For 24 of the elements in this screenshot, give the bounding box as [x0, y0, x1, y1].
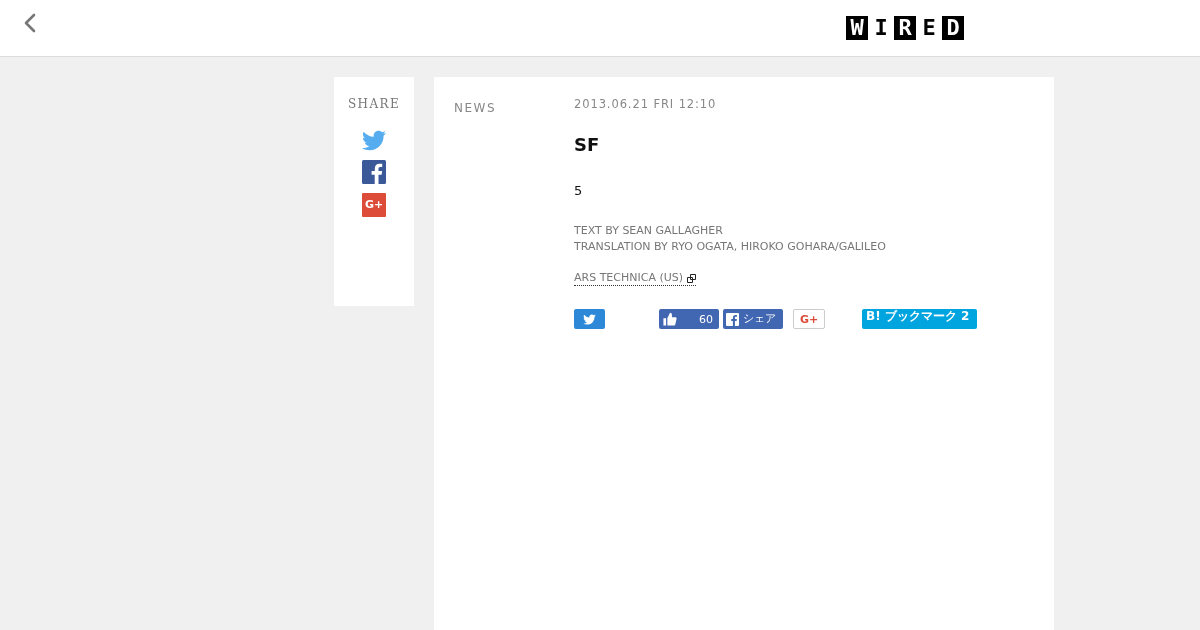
bookmark-button[interactable]: B! ブックマーク 2: [862, 309, 977, 329]
plus-button[interactable]: G+: [793, 309, 825, 329]
logo-letter[interactable]: W: [846, 16, 868, 40]
source-link[interactable]: ARS TECHNICA (US): [574, 271, 697, 286]
tweet-button[interactable]: [574, 309, 605, 329]
f-square-icon: [726, 312, 739, 326]
article-title: SF: [574, 135, 601, 155]
external-link-icon: [687, 273, 697, 283]
bird-icon: [583, 313, 596, 325]
logo-letter[interactable]: R: [894, 16, 916, 40]
share-button[interactable]: シェア: [723, 309, 783, 329]
credit-text: TEXT BY SEAN GALLAGHER: [574, 223, 724, 239]
bird-icon[interactable]: [362, 130, 386, 151]
article-body: 5: [574, 183, 584, 199]
share-heading: SHARE: [347, 97, 401, 111]
f-square-icon[interactable]: [362, 160, 386, 184]
like-button[interactable]: 60: [659, 309, 719, 329]
date-text: 2013.06.21 FRI 12:10: [574, 97, 718, 111]
share-button[interactable]: G+: [362, 193, 386, 217]
logo-letter[interactable]: D: [942, 16, 964, 40]
thumbs-up-icon: [663, 312, 677, 326]
category-label: NEWS: [454, 101, 497, 115]
chevron-left-icon[interactable]: [24, 13, 36, 33]
credit-text: TRANSLATION BY RYO OGATA, HIROKO GOHARA/GALILEO: [574, 239, 887, 255]
